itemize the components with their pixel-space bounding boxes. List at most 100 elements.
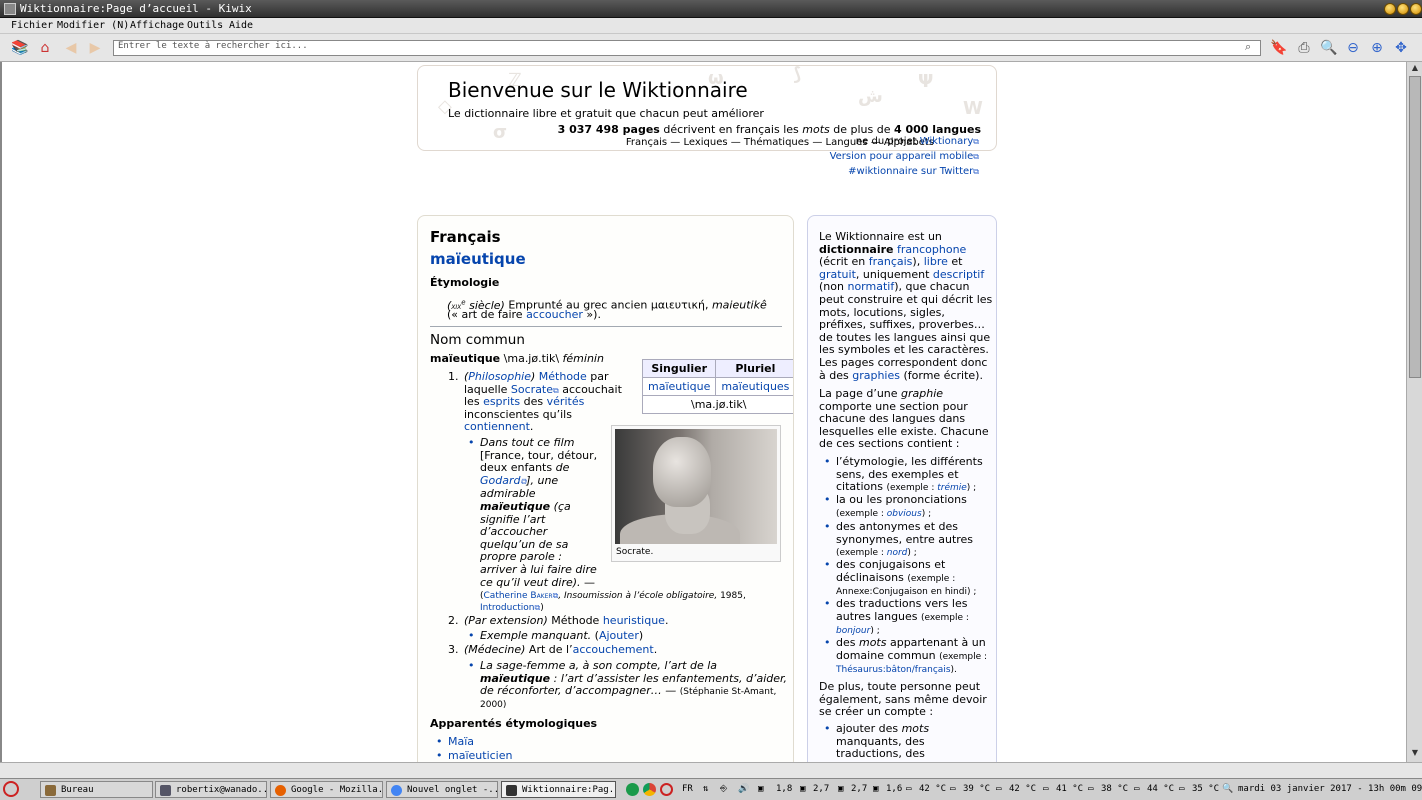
minimize-button[interactable] [1384, 3, 1396, 15]
window-titlebar[interactable]: Wiktionnaire:Page d’accueil - Kiwix [0, 0, 1422, 18]
scroll-down-icon[interactable]: ▼ [1409, 748, 1421, 760]
godard-link[interactable]: Godard [480, 474, 520, 487]
table-header-singular: Singulier [641, 359, 717, 378]
clock[interactable]: mardi 03 janvier 2017 - 13h 00m 09s [1238, 784, 1422, 794]
content-view[interactable]: ℤ ω ⟆ ش Ψ W ◇ σ Bienvenue sur le Wiktion… [0, 62, 1406, 762]
status-bar [0, 762, 1422, 778]
tray-network-icon[interactable]: ⇅ [703, 784, 708, 794]
library-icon[interactable]: 📚 [11, 39, 29, 57]
watermark-glyph: Ψ [918, 71, 934, 92]
pos-heading: Nom commun [430, 332, 525, 348]
about-paragraph-2: La page d’une graphie comporte une secti… [819, 387, 989, 451]
tray-app-icon[interactable] [626, 783, 639, 796]
definition-number: 3. [448, 643, 459, 656]
image-thumbnail[interactable]: Socrate. [611, 425, 781, 562]
related-item: Maïa [448, 735, 475, 748]
temperature-icon: ▭ [1088, 784, 1094, 794]
tray-usb-icon[interactable]: ⎆ [720, 784, 727, 794]
search-tray-icon[interactable]: 🔍 [1222, 784, 1233, 794]
socrates-image[interactable] [615, 429, 777, 544]
temperature-icon: ▭ [906, 784, 912, 794]
start-menu-icon[interactable] [3, 781, 19, 797]
temperature: 35 °C [1192, 784, 1220, 794]
maximize-button[interactable] [1397, 3, 1409, 15]
bullet: • [824, 455, 831, 468]
zoom-out-icon[interactable]: ⊖ [1344, 39, 1362, 57]
about-list-item: l’étymologie, les différents sens, des ex… [836, 455, 983, 494]
temperature-icon: ▭ [1134, 784, 1140, 794]
definition-1-line: les esprits des vérités [464, 395, 585, 409]
task-bureau[interactable]: Bureau [40, 781, 153, 798]
temperature: 44 °C [1147, 784, 1175, 794]
find-icon[interactable]: 🔍 [1320, 39, 1338, 57]
headword-line: maïeutique \ma.jø.tik\ féminin [430, 352, 604, 365]
scroll-up-icon[interactable]: ▲ [1409, 63, 1421, 75]
bookmark-icon[interactable]: 🔖 [1270, 39, 1288, 57]
taskbar: Bureau robertix@wanado... Google - Mozil… [0, 778, 1422, 800]
about-list-item: des mots appartenant à un domaine commun… [836, 636, 987, 676]
bullet: • [436, 735, 443, 748]
scrollbar-thumb[interactable] [1409, 76, 1421, 378]
definition-2: (Par extension) Méthode heuristique. [464, 614, 669, 627]
back-icon[interactable]: ◀ [62, 39, 80, 57]
wiktionary-link[interactable]: Wiktionary [920, 136, 974, 147]
temperature-icon: ▭ [1179, 784, 1185, 794]
print-icon[interactable]: ⎙ [1295, 39, 1313, 57]
temperature-icon: ▭ [950, 784, 956, 794]
menu-aide[interactable]: Aide [229, 20, 253, 31]
mobile-link[interactable]: Version pour appareil mobile [830, 151, 974, 162]
socrate-link[interactable]: Socrate [511, 383, 553, 396]
etymology-heading: Étymologie [430, 276, 500, 289]
app-icon[interactable] [4, 3, 16, 15]
definition-number: 2. [448, 614, 459, 627]
temperature-icon: ▭ [1043, 784, 1049, 794]
ajouter-link[interactable]: Ajouter [599, 629, 639, 642]
cpu-monitor-icon: ▣ [873, 784, 879, 794]
menu-fichier[interactable]: Fichier [11, 20, 53, 31]
search-input[interactable]: Entrer le texte à rechercher ici... [113, 40, 1261, 56]
singular-link[interactable]: maïeutique [648, 380, 710, 393]
tray-chrome-icon[interactable] [643, 783, 656, 796]
home-icon[interactable]: ⌂ [36, 39, 54, 57]
example-1: Dans tout ce film [France, tour, détour,… [480, 436, 598, 589]
plural-link[interactable]: maïeutiques [721, 380, 789, 393]
external-link-icon: ⧉ [973, 152, 979, 161]
entry-word[interactable]: maïeutique [430, 252, 526, 267]
zoom-in-icon[interactable]: ⊕ [1368, 39, 1386, 57]
task-kiwix[interactable]: Wiktionnaire:Pag... [501, 781, 616, 798]
definition-3: (Médecine) Art de l’accouchement. [464, 643, 658, 656]
window-title: Wiktionnaire:Page d’accueil - Kiwix [20, 2, 252, 15]
menu-affichage[interactable]: Affichage [130, 20, 184, 31]
cpu-load: 2,7 [813, 784, 830, 794]
tray-alarm-icon[interactable] [660, 783, 673, 796]
forward-icon[interactable]: ▶ [86, 39, 104, 57]
accoucher-link[interactable]: accoucher [526, 308, 583, 321]
temperature: 42 °C [1009, 784, 1037, 794]
cpu-monitor-icon: ▣ [758, 784, 764, 794]
tray-volume-icon[interactable]: 🔊 [738, 784, 749, 794]
image-caption: Socrate. [616, 547, 654, 557]
welcome-subtitle: Le dictionnaire libre et gratuit que cha… [448, 107, 764, 120]
task-terminal[interactable]: robertix@wanado... [155, 781, 267, 798]
fullscreen-icon[interactable]: ✥ [1392, 39, 1410, 57]
close-button[interactable] [1410, 3, 1422, 15]
related-item: maïeuticien [448, 749, 513, 762]
bullet: • [824, 558, 831, 571]
twitter-link[interactable]: #wiktionnaire sur Twitter [848, 166, 973, 177]
about-list-item: ajouter des mots manquants, des traducti… [836, 722, 930, 761]
task-chrome[interactable]: Nouvel onglet -... [386, 781, 498, 798]
temperature: 38 °C [1101, 784, 1129, 794]
example-2: Exemple manquant. (Ajouter) [480, 629, 644, 642]
cpu-load: 2,7 [851, 784, 868, 794]
inflection-table: Singulier Pluriel maïeutique maïeutiques \… [641, 359, 793, 414]
task-firefox[interactable]: Google - Mozilla... [270, 781, 383, 798]
menu-outils[interactable]: Outils [187, 20, 223, 31]
search-icon[interactable]: ⌕ [1245, 40, 1251, 54]
definition-number: 1. [448, 370, 459, 383]
project-links: ne du projet Wiktionary⧉ Version pour ap… [829, 136, 979, 177]
external-link-icon: ⧉ [973, 167, 979, 176]
keyboard-layout[interactable]: FR [682, 784, 693, 794]
example-1-source: (Catherine Baker⧉, Insoumission à l’écol… [480, 591, 746, 601]
menu-modifier[interactable]: Modifier (N) [57, 20, 129, 31]
vertical-scrollbar[interactable]: ▲ ▼ [1406, 62, 1422, 762]
